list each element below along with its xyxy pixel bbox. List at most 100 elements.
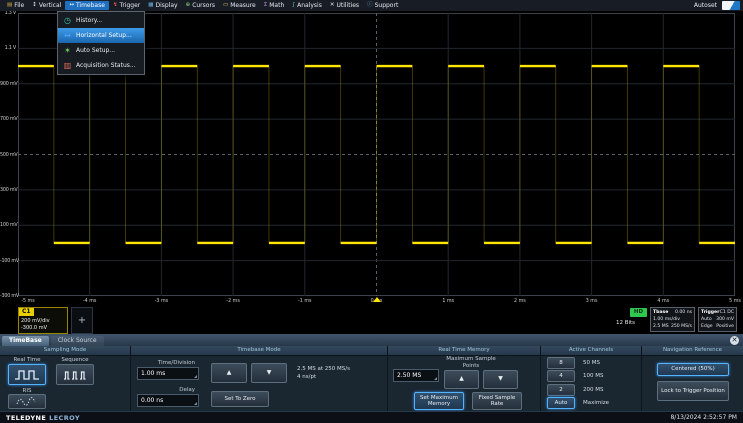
- history-icon: ◷: [63, 17, 72, 25]
- sampling-info-line1: 2.5 MS at 250 MS/s: [297, 365, 350, 373]
- tab-timebase[interactable]: TimeBase: [2, 336, 49, 346]
- channels-option-label: Maximize: [583, 400, 609, 406]
- channels-2-button[interactable]: 2: [547, 384, 575, 396]
- trigger-source: C1 DC: [720, 309, 734, 316]
- menu-option-auto-setup[interactable]: ✶ Auto Setup...: [58, 43, 144, 58]
- timebase-dialog: TimeBase Clock Source ✕ Sampling Mode Re…: [0, 334, 743, 411]
- set-to-zero-button[interactable]: Set To Zero: [211, 391, 269, 407]
- active-channels-row: 4 100 MS: [547, 370, 637, 382]
- datetime-label: 8/13/2024 2:52:57 PM: [670, 414, 737, 421]
- square-wave-icon: [14, 369, 40, 381]
- menu-item-label: Analysis: [297, 2, 322, 9]
- max-sample-points-field[interactable]: 2.50 MS: [393, 369, 439, 382]
- menu-item-file[interactable]: ▤File: [3, 1, 28, 10]
- channels-option-label: 100 MS: [583, 373, 603, 379]
- math-icon: Σ: [264, 3, 267, 9]
- close-icon[interactable]: ✕: [730, 336, 739, 345]
- menu-item-timebase[interactable]: ↔Timebase: [65, 1, 109, 10]
- dialog-sections: Sampling Mode Real Time Sequence RIS: [0, 346, 743, 411]
- utilities-icon: ✕: [330, 3, 335, 9]
- descriptor-row: C1 200 mV/div -300.0 mV + HD 12 Bits Tba…: [0, 306, 743, 334]
- menu-option-horizontal-setup[interactable]: ↔Horizontal Setup...: [58, 28, 144, 43]
- fixed-sample-rate-button[interactable]: Fixed Sample Rate: [472, 392, 522, 410]
- timebase-delay: 0.00 ns: [675, 309, 692, 316]
- menu-item-measure[interactable]: ▭Measure: [219, 1, 260, 10]
- channels-8-button[interactable]: 8: [547, 357, 575, 369]
- ris-button[interactable]: [8, 394, 46, 409]
- file-icon: ▤: [7, 3, 12, 9]
- down-arrow-icon: ▼: [267, 370, 272, 377]
- menu-item-label: File: [14, 2, 24, 9]
- trigger-type: Edge: [701, 323, 713, 330]
- memory-decrease-button[interactable]: ▼: [483, 370, 518, 389]
- centered-button[interactable]: Centered (50%): [657, 363, 729, 376]
- up-arrow-icon: ▲: [227, 370, 232, 377]
- lock-to-trigger-button[interactable]: Lock to Trigger Position: [657, 381, 729, 401]
- menu-item-analysis[interactable]: ∫Analysis: [288, 1, 326, 10]
- hd-badge: HD: [630, 308, 647, 317]
- time-division-label: Time/Division: [133, 360, 195, 366]
- autoset-button[interactable]: Autoset: [694, 2, 717, 9]
- menu-item-display[interactable]: ▦Display: [144, 1, 181, 10]
- channels-option-label: 200 MS: [583, 387, 603, 393]
- memory-increase-button[interactable]: ▲: [444, 370, 479, 389]
- menu-bar-right: Autoset: [694, 1, 740, 10]
- menu-option-label: Acquisition Status...: [76, 62, 136, 69]
- c1-scale: 200 mV/div: [21, 318, 50, 324]
- display-icon: ▦: [148, 3, 153, 9]
- time-division-field[interactable]: 1.00 ms: [137, 367, 199, 380]
- set-maximum-memory-button[interactable]: Set Maximum Memory: [414, 392, 464, 410]
- menu-option-acquisition-status[interactable]: ▥Acquisition Status...: [58, 58, 144, 73]
- section-sampling-mode: Sampling Mode Real Time Sequence RIS: [0, 346, 131, 411]
- auto-setup-icon: ✶: [63, 47, 72, 55]
- channels-auto-button[interactable]: Auto: [547, 397, 575, 409]
- section-real-time-memory: Real Time Memory Maximum Sample Points 2…: [388, 346, 541, 411]
- menu-items: ▤File↕Vertical↔Timebase↯Trigger▦Display⊕…: [3, 0, 402, 11]
- menu-item-cursors[interactable]: ⊕Cursors: [182, 1, 219, 10]
- trigger-label: Trigger: [701, 309, 719, 316]
- time-division-decrease-button[interactable]: ▼: [251, 363, 287, 383]
- time-division-increase-button[interactable]: ▲: [211, 363, 247, 383]
- trigger-icon: ↯: [113, 3, 118, 9]
- menu-item-vertical[interactable]: ↕Vertical: [28, 1, 65, 10]
- channels-option-label: 50 MS: [583, 360, 600, 366]
- sampling-info-line2: 4 ns/pt: [297, 373, 350, 381]
- up-arrow-icon: ▲: [459, 376, 464, 383]
- brand-lecroy: LECROY: [49, 414, 80, 422]
- sequence-button[interactable]: [56, 364, 94, 385]
- sampling-info: 2.5 MS at 250 MS/s 4 ns/pt: [297, 365, 350, 382]
- trigger-mode: Auto: [701, 316, 712, 323]
- menu-item-math[interactable]: ΣMath: [260, 1, 289, 10]
- delay-field[interactable]: 0.00 ns: [137, 394, 199, 407]
- trigger-descriptor[interactable]: TriggerC1 DC Auto300 mV EdgePositive: [698, 307, 737, 332]
- timebase-descriptor[interactable]: Tbase0.00 ns 1.00 ms/div 2.5 MS250 MS/s: [650, 307, 695, 332]
- menu-option-label: Auto Setup...: [76, 47, 115, 54]
- resolution-label: 12 Bits: [604, 320, 647, 326]
- timebase-icon: ↔: [69, 3, 74, 9]
- trigger-slope: Positive: [716, 323, 734, 330]
- menu-item-label: Vertical: [39, 2, 61, 9]
- section-active-channels: Active Channels 850 MS4100 MS2200 MSAuto…: [541, 346, 642, 411]
- cursors-icon: ⊕: [186, 3, 191, 9]
- menu-item-support[interactable]: ⓘSupport: [363, 1, 402, 10]
- oscilloscope-app: ▤File↕Vertical↔Timebase↯Trigger▦Display⊕…: [0, 0, 743, 423]
- down-arrow-icon: ▼: [498, 376, 503, 383]
- max-sample-points-label: Maximum Sample Points: [442, 356, 500, 369]
- menu-item-utilities[interactable]: ✕Utilities: [326, 1, 363, 10]
- trigger-position-marker[interactable]: [373, 297, 381, 302]
- menu-item-label: Display: [155, 2, 177, 9]
- channels-4-button[interactable]: 4: [547, 370, 575, 382]
- analysis-icon: ∫: [292, 3, 295, 9]
- menu-item-trigger[interactable]: ↯Trigger: [109, 1, 144, 10]
- realtime-label: Real Time: [5, 357, 49, 363]
- menu-option-history[interactable]: ◷History...: [58, 13, 144, 28]
- channel-c1-descriptor[interactable]: C1 200 mV/div -300.0 mV: [18, 307, 68, 334]
- sequence-label: Sequence: [53, 357, 97, 363]
- dialog-tabstrip: TimeBase Clock Source ✕: [0, 335, 743, 346]
- measure-icon: ▭: [223, 3, 228, 9]
- tab-clock-source[interactable]: Clock Source: [51, 336, 104, 346]
- plus-icon: +: [78, 315, 86, 326]
- add-trace-button[interactable]: +: [71, 307, 93, 334]
- realtime-button[interactable]: [8, 364, 46, 385]
- menu-item-label: Utilities: [336, 2, 359, 9]
